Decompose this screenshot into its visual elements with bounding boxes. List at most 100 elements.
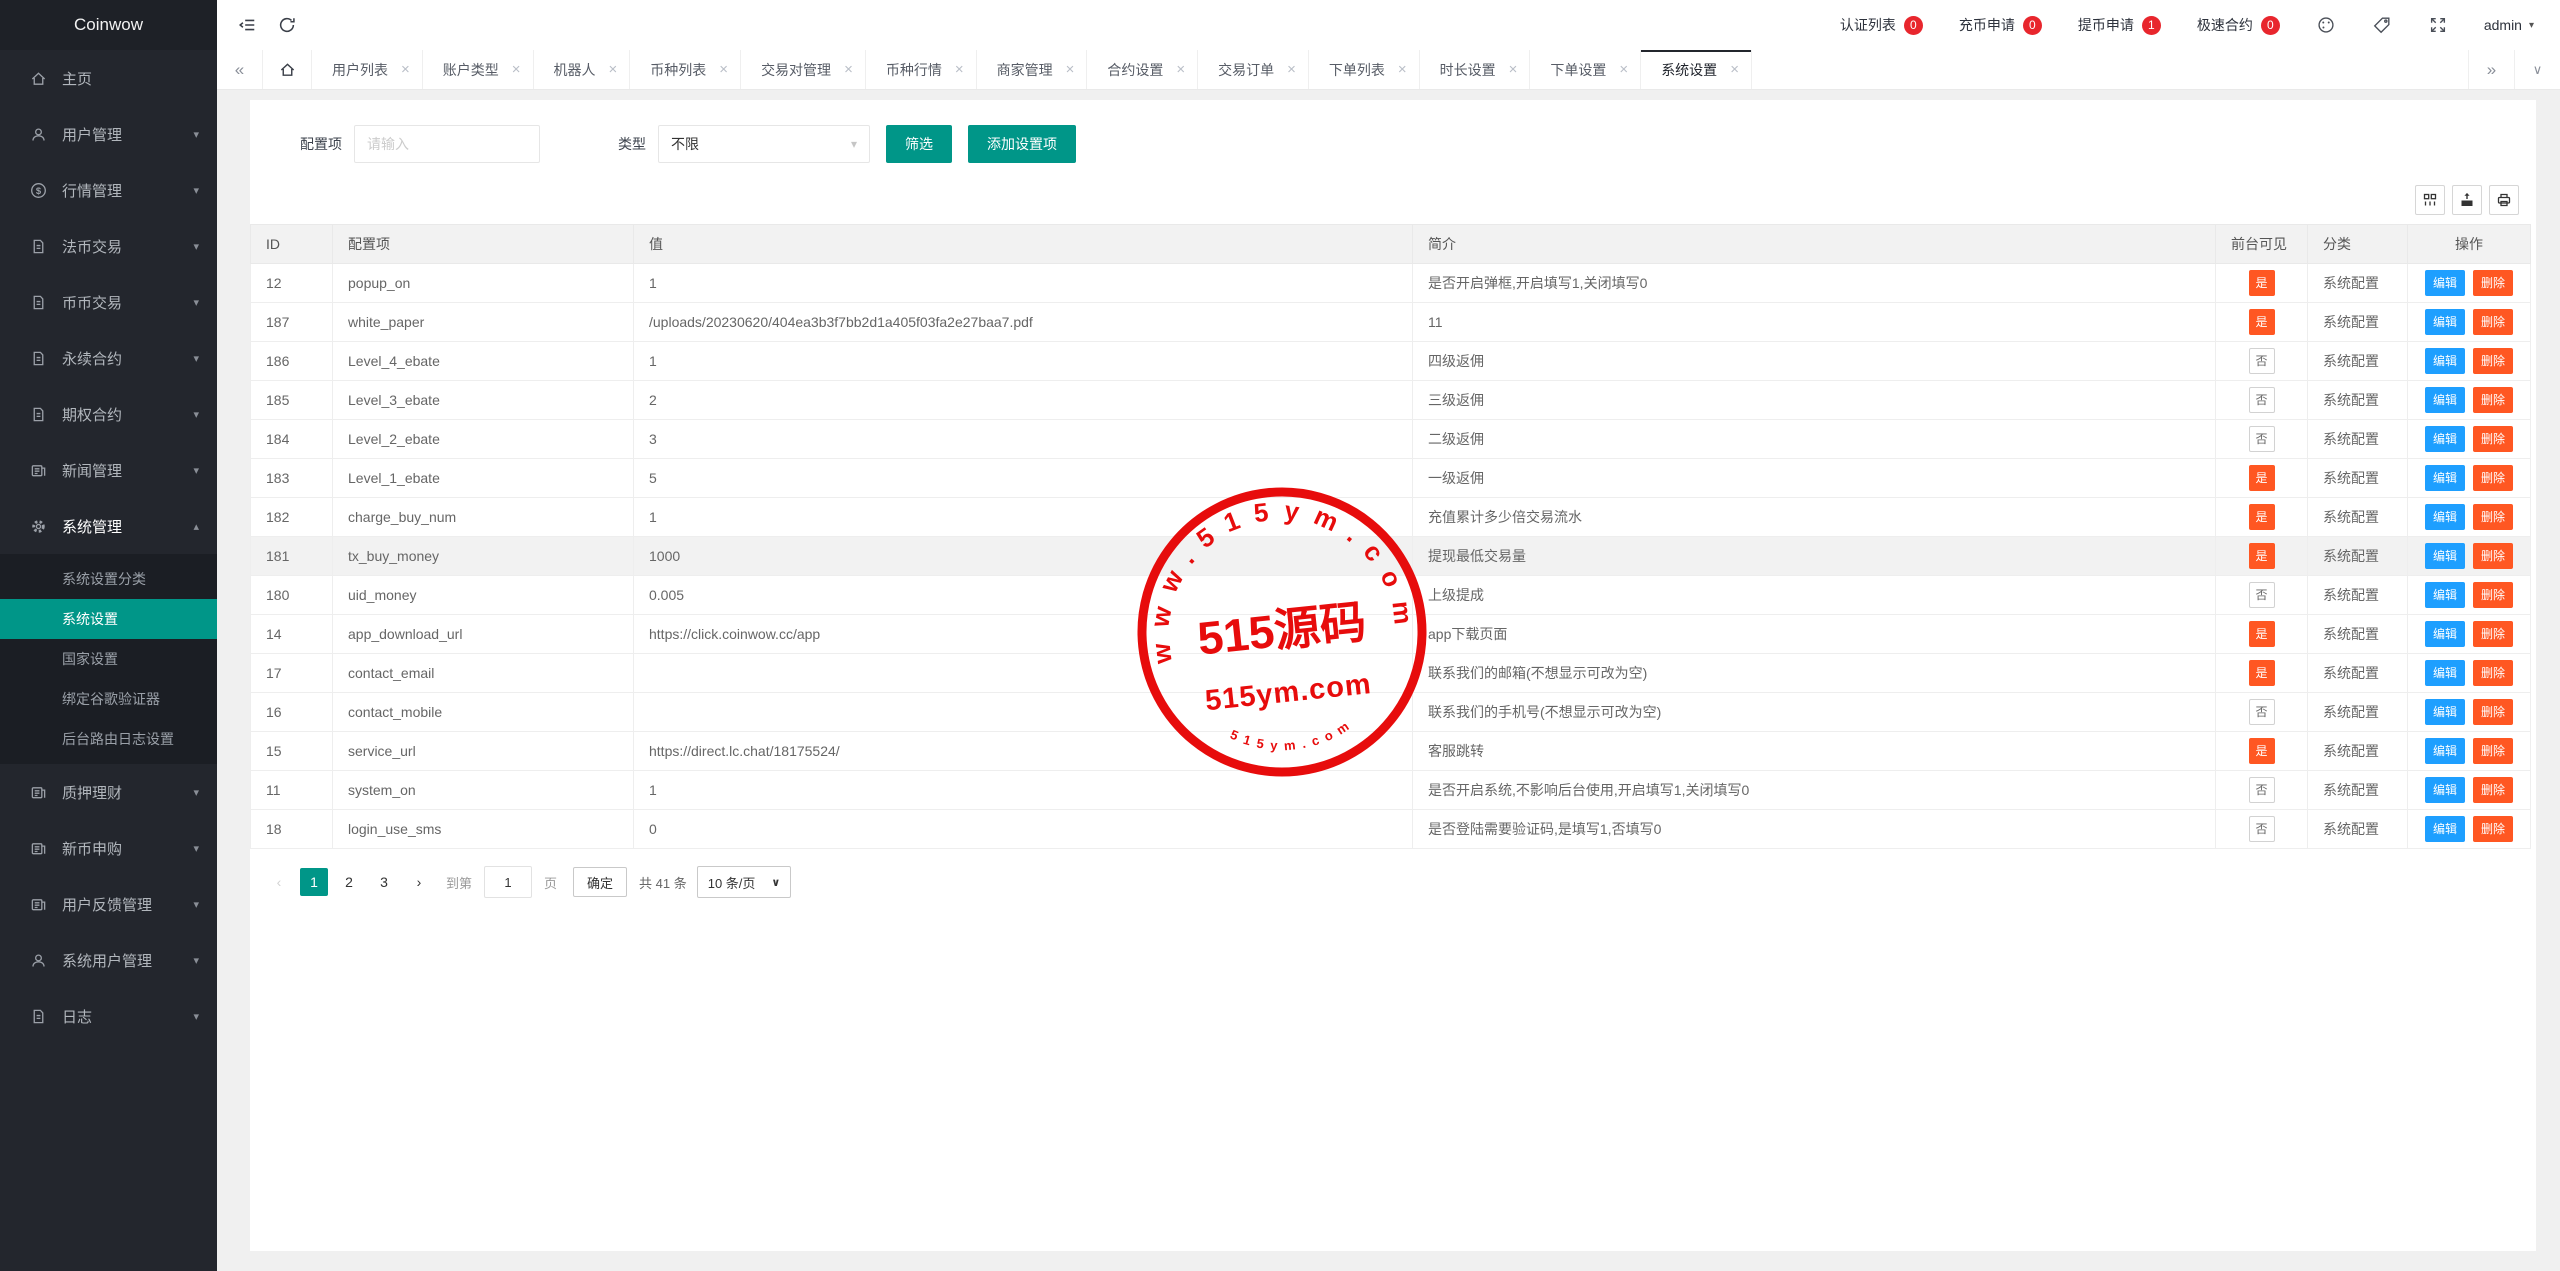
tab-item[interactable]: 币种行情× <box>866 50 977 89</box>
edit-button[interactable]: 编辑 <box>2425 504 2465 530</box>
tag-icon[interactable] <box>2372 15 2392 35</box>
delete-button[interactable]: 删除 <box>2473 621 2513 647</box>
delete-button[interactable]: 删除 <box>2473 348 2513 374</box>
delete-button[interactable]: 删除 <box>2473 543 2513 569</box>
header-badge-item[interactable]: 认证列表0 <box>1840 15 1923 35</box>
delete-button[interactable]: 删除 <box>2473 387 2513 413</box>
user-menu[interactable]: admin ▾ <box>2484 17 2534 33</box>
delete-button[interactable]: 删除 <box>2473 426 2513 452</box>
tab-item[interactable]: 下单设置× <box>1530 50 1641 89</box>
sidebar-item[interactable]: $行情管理▾ <box>0 162 217 218</box>
edit-button[interactable]: 编辑 <box>2425 777 2465 803</box>
delete-button[interactable]: 删除 <box>2473 699 2513 725</box>
edit-button[interactable]: 编辑 <box>2425 387 2465 413</box>
page-number[interactable]: 1 <box>300 868 328 896</box>
tab-item[interactable]: 账户类型× <box>423 50 534 89</box>
next-page-button[interactable]: › <box>405 868 433 896</box>
close-icon[interactable]: × <box>1398 62 1407 77</box>
close-icon[interactable]: × <box>1730 62 1739 77</box>
tab-item[interactable]: 时长设置× <box>1420 50 1531 89</box>
home-tab[interactable] <box>263 50 312 89</box>
delete-button[interactable]: 删除 <box>2473 504 2513 530</box>
delete-button[interactable]: 删除 <box>2473 660 2513 686</box>
sidebar-item[interactable]: 新币申购▾ <box>0 820 217 876</box>
sidebar-item[interactable]: 币币交易▾ <box>0 274 217 330</box>
sidebar-item[interactable]: 法币交易▾ <box>0 218 217 274</box>
sidebar-item[interactable]: 质押理财▾ <box>0 764 217 820</box>
tab-item[interactable]: 商家管理× <box>977 50 1088 89</box>
close-icon[interactable]: × <box>719 62 728 77</box>
close-icon[interactable]: × <box>512 62 521 77</box>
delete-button[interactable]: 删除 <box>2473 582 2513 608</box>
page-number[interactable]: 2 <box>335 868 363 896</box>
edit-button[interactable]: 编辑 <box>2425 543 2465 569</box>
fullscreen-icon[interactable] <box>2428 15 2448 35</box>
tabs-menu-button[interactable]: ∨ <box>2514 50 2560 89</box>
tab-item[interactable]: 机器人× <box>534 50 631 89</box>
tab-item[interactable]: 合约设置× <box>1087 50 1198 89</box>
tabs-scroll-left-button[interactable]: « <box>217 50 263 89</box>
sidebar-item[interactable]: 期权合约▾ <box>0 386 217 442</box>
edit-button[interactable]: 编辑 <box>2425 621 2465 647</box>
header-badge-item[interactable]: 提币申请1 <box>2078 15 2161 35</box>
menu-collapse-icon[interactable] <box>227 0 267 50</box>
sidebar-subitem[interactable]: 后台路由日志设置 <box>0 719 217 759</box>
edit-button[interactable]: 编辑 <box>2425 309 2465 335</box>
sidebar-item[interactable]: 新闻管理▾ <box>0 442 217 498</box>
delete-button[interactable]: 删除 <box>2473 465 2513 491</box>
close-icon[interactable]: × <box>1176 62 1185 77</box>
theme-icon[interactable] <box>2316 15 2336 35</box>
close-icon[interactable]: × <box>1509 62 1518 77</box>
print-icon[interactable] <box>2489 185 2519 215</box>
tab-item[interactable]: 交易订单× <box>1198 50 1309 89</box>
edit-button[interactable]: 编辑 <box>2425 660 2465 686</box>
edit-button[interactable]: 编辑 <box>2425 816 2465 842</box>
edit-button[interactable]: 编辑 <box>2425 738 2465 764</box>
edit-button[interactable]: 编辑 <box>2425 465 2465 491</box>
delete-button[interactable]: 删除 <box>2473 816 2513 842</box>
per-page-select[interactable]: 10 条/页 ∨ <box>697 866 792 898</box>
tab-item[interactable]: 交易对管理× <box>741 50 866 89</box>
add-setting-button[interactable]: 添加设置项 <box>968 125 1076 163</box>
sidebar-item[interactable]: 用户管理▾ <box>0 106 217 162</box>
delete-button[interactable]: 删除 <box>2473 309 2513 335</box>
config-search-input[interactable] <box>354 125 540 163</box>
close-icon[interactable]: × <box>609 62 618 77</box>
close-icon[interactable]: × <box>844 62 853 77</box>
sidebar-item[interactable]: 永续合约▾ <box>0 330 217 386</box>
sidebar-item[interactable]: 系统用户管理▾ <box>0 932 217 988</box>
sidebar-item[interactable]: 日志▾ <box>0 988 217 1044</box>
close-icon[interactable]: × <box>1066 62 1075 77</box>
tabs-scroll-right-button[interactable]: » <box>2468 50 2514 89</box>
delete-button[interactable]: 删除 <box>2473 777 2513 803</box>
tab-active[interactable]: 系统设置× <box>1641 50 1752 89</box>
close-icon[interactable]: × <box>1619 62 1628 77</box>
export-icon[interactable] <box>2452 185 2482 215</box>
goto-page-input[interactable] <box>484 866 532 898</box>
filter-button[interactable]: 筛选 <box>886 125 952 163</box>
columns-icon[interactable] <box>2415 185 2445 215</box>
tab-item[interactable]: 用户列表× <box>312 50 423 89</box>
sidebar-item[interactable]: 主页 <box>0 50 217 106</box>
edit-button[interactable]: 编辑 <box>2425 270 2465 296</box>
sidebar-subitem[interactable]: 绑定谷歌验证器 <box>0 679 217 719</box>
sidebar-item[interactable]: 用户反馈管理▾ <box>0 876 217 932</box>
delete-button[interactable]: 删除 <box>2473 738 2513 764</box>
page-number[interactable]: 3 <box>370 868 398 896</box>
edit-button[interactable]: 编辑 <box>2425 426 2465 452</box>
close-icon[interactable]: × <box>401 62 410 77</box>
type-select[interactable]: 不限 ▾ <box>658 125 870 163</box>
sidebar-subitem[interactable]: 系统设置分类 <box>0 559 217 599</box>
header-badge-item[interactable]: 充币申请0 <box>1959 15 2042 35</box>
tab-item[interactable]: 币种列表× <box>630 50 741 89</box>
edit-button[interactable]: 编辑 <box>2425 582 2465 608</box>
refresh-icon[interactable] <box>267 0 307 50</box>
tab-item[interactable]: 下单列表× <box>1309 50 1420 89</box>
edit-button[interactable]: 编辑 <box>2425 699 2465 725</box>
sidebar-item[interactable]: 系统管理▴ <box>0 498 217 554</box>
confirm-button[interactable]: 确定 <box>573 867 627 897</box>
prev-page-button[interactable]: ‹ <box>265 868 293 896</box>
sidebar-subitem[interactable]: 系统设置 <box>0 599 217 639</box>
sidebar-subitem[interactable]: 国家设置 <box>0 639 217 679</box>
delete-button[interactable]: 删除 <box>2473 270 2513 296</box>
